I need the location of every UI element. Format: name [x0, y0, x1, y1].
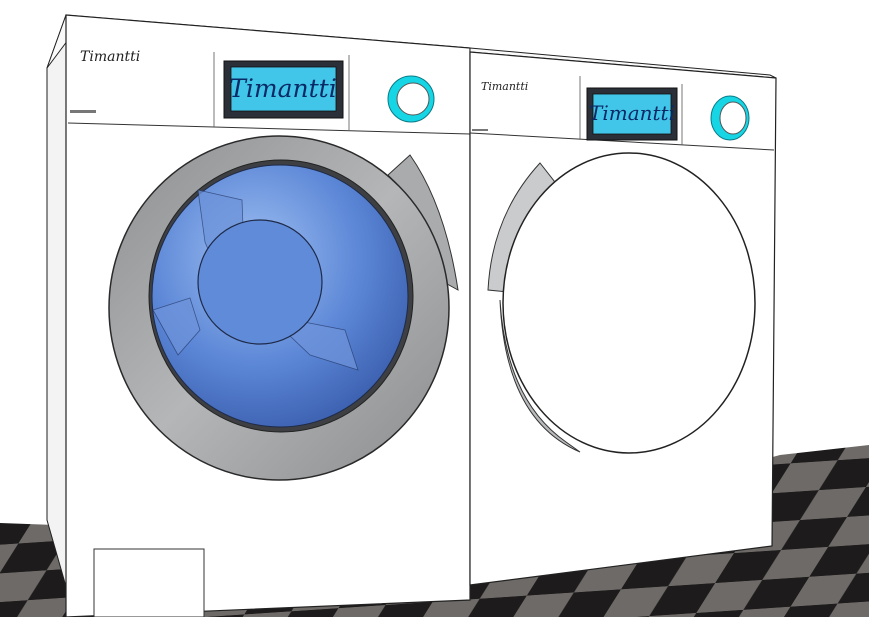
washer-small-print: [70, 110, 96, 113]
washer-display-text: Timantti: [229, 74, 336, 103]
laundry-scene: Timantti Timantti Timantti Timantti: [0, 14, 869, 617]
dryer: Timantti Timantti: [469, 47, 777, 586]
washer-program-knob[interactable]: [387, 75, 435, 123]
dryer-program-knob[interactable]: [710, 95, 750, 141]
dryer-small-print: [472, 129, 488, 131]
dryer-display: Timantti: [586, 87, 678, 141]
washing-machine: Timantti Timantti: [46, 14, 471, 617]
washer-display: Timantti: [223, 60, 344, 119]
dryer-brand-label: Timantti: [481, 80, 528, 93]
washer-filter-hatch[interactable]: [93, 548, 205, 617]
washer-brand-label: Timantti: [80, 49, 140, 65]
dryer-display-text: Timantti: [589, 101, 675, 125]
dryer-door[interactable]: [502, 152, 756, 454]
washer-drum-center: [197, 219, 323, 345]
